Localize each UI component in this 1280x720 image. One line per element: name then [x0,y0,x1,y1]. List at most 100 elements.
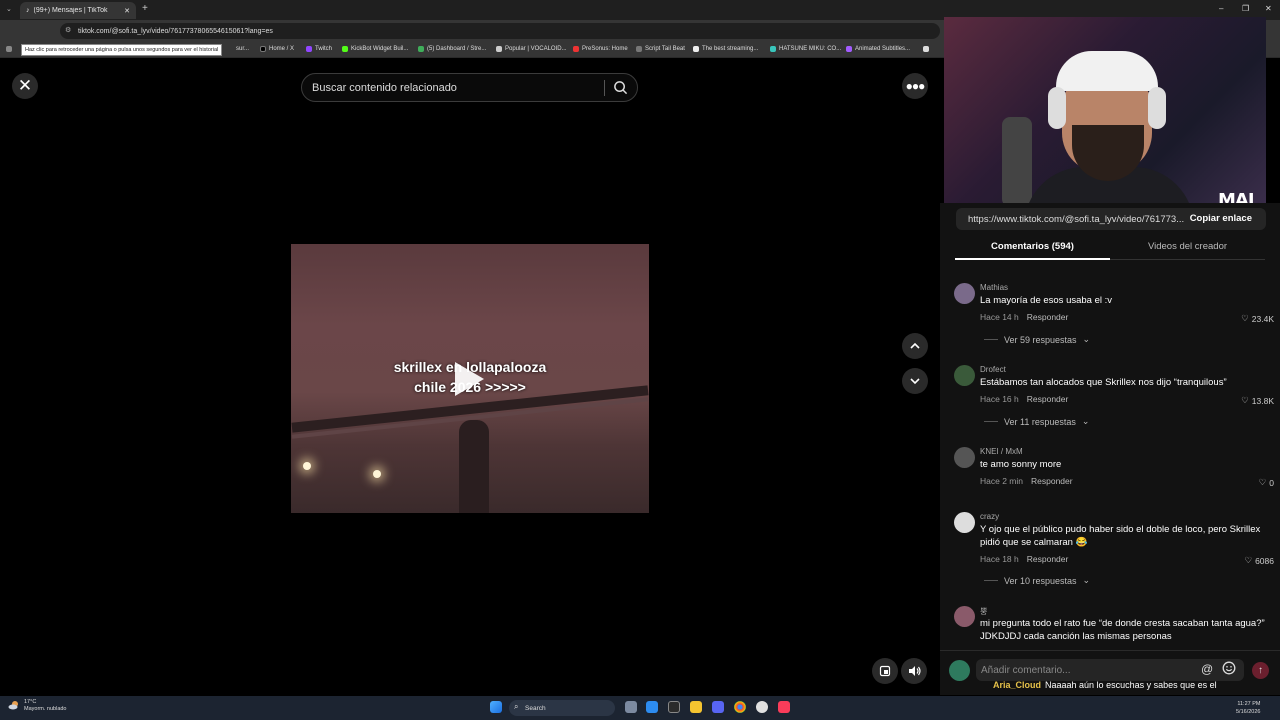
task-view-icon[interactable] [625,701,637,713]
replies-label: Ver 10 respuestas [1004,575,1077,586]
site-info-icon[interactable]: ⚙ [65,26,71,34]
reply-button[interactable]: Responder [1031,476,1073,486]
bookmark-item[interactable]: HATSUNE MIKU: CO... [770,46,841,52]
settings-gear-icon[interactable] [756,701,768,713]
tiktok-favicon-icon: ♪ [26,7,30,14]
apps-icon[interactable] [6,46,12,52]
chevron-down-icon: ⌄ [1081,416,1090,426]
comment-text: te amo sonny more [980,459,1062,470]
start-windows-icon[interactable] [490,701,502,713]
previous-video-button[interactable] [902,333,928,359]
back-tooltip: Haz clic para retroceder una página o pu… [21,44,223,56]
new-tab-icon[interactable]: + [142,3,148,14]
like-button[interactable]: ♡ 0 [1259,477,1274,488]
comment-username[interactable]: Drofect [980,365,1006,374]
system-clock[interactable]: 11:27 PM 5/16/2026 [1236,700,1260,716]
close-viewer-button[interactable]: ✕ [12,73,38,99]
search-icon: ⌕ [514,702,519,711]
video-scene-light [303,462,311,470]
comment-text: Estábamos tan alocados que Skrillex nos … [980,377,1227,388]
like-button[interactable]: ♡ 13.8K [1241,395,1274,406]
comment-text: mi pregunta todo el rato fue “de donde c… [980,618,1265,642]
like-button[interactable]: ♡ 23.4K [1241,313,1274,324]
share-link-url[interactable]: https://www.tiktok.com/@sofi.ta_lyv/vide… [968,214,1186,225]
comment-placeholder: Añadir comentario... [981,664,1071,676]
view-replies-button[interactable]: Ver 59 respuestas ⌄ [984,334,1090,345]
avatar[interactable] [954,606,975,627]
comment-username[interactable]: Mathias [980,283,1008,292]
discord-icon[interactable] [712,701,724,713]
maximize-icon[interactable]: ❐ [1242,4,1249,13]
file-explorer-icon[interactable] [690,701,702,713]
video-scene-figure [459,420,489,513]
volume-button[interactable] [901,658,927,684]
video-scene-light [373,470,381,478]
bookmark-item[interactable]: Script Tail Beat [636,46,685,52]
tab-comments[interactable]: Comentarios (594) [955,238,1110,260]
more-options-button[interactable]: ●●● [902,73,928,99]
send-comment-button[interactable]: ↑ [1252,662,1269,679]
comment-username[interactable]: crazy [980,512,999,521]
edge-icon[interactable] [646,701,658,713]
next-video-button[interactable] [902,368,928,394]
minimize-icon[interactable]: – [1219,4,1223,13]
url-field[interactable]: ⚙ tiktok.com/@sofi.ta_lyv/video/76177378… [60,23,940,39]
bookmark-item[interactable]: KickBot Widget Buil... [342,46,408,52]
close-tab-icon[interactable]: ✕ [124,7,130,15]
play-icon[interactable] [455,362,484,396]
heart-icon: ♡ [1258,477,1267,487]
avatar[interactable] [954,365,975,386]
search-icon[interactable] [613,80,628,98]
chevron-down-icon: ⌄ [1082,575,1091,585]
heart-icon: ♡ [1244,555,1253,565]
bookmark-item[interactable]: Animated Subtitles... [846,46,910,52]
bookmark-item[interactable]: Popular | VOCALOID... [496,46,567,52]
reply-button[interactable]: Responder [1027,312,1069,322]
bookmark-item[interactable]: Twitch [306,46,332,52]
app-icon[interactable] [668,701,680,713]
taskbar-search[interactable]: ⌕ Search [509,700,615,716]
webcam-streamer-cap [1056,51,1158,91]
tab-list-icon[interactable]: ⌄ [6,5,12,13]
streamer-webcam [944,17,1266,203]
reply-button[interactable]: Responder [1027,394,1069,404]
avatar[interactable] [954,447,975,468]
comment-meta: Hace 16 h Responder [980,394,1068,404]
weather-widget[interactable]: 17°C Mayorm. nublado [8,699,67,713]
comment-time: Hace 16 h [980,394,1019,404]
view-replies-button[interactable]: Ver 10 respuestas ⌄ [984,575,1090,586]
like-button[interactable]: ♡ 6086 [1244,555,1274,566]
reply-button[interactable]: Responder [1027,554,1069,564]
music-app-icon[interactable] [778,701,790,713]
comment-username[interactable]: 뿡 [980,606,987,617]
close-icon: ✕ [17,76,33,95]
bookmark-item[interactable]: Home / X [260,46,294,52]
comment-text: Y ojo que el público pudo haber sido el … [980,524,1261,548]
clock-date: 5/16/2026 [1236,709,1261,715]
related-search-input[interactable]: Buscar contenido relacionado [301,73,638,102]
volume-icon [908,666,921,676]
comment-time: Hace 14 h [980,312,1019,322]
avatar[interactable] [954,512,975,533]
comment-meta: Hace 14 h Responder [980,312,1068,322]
browser-tab[interactable]: ♪ (99+) Mensajes | TikTok ✕ [20,2,136,19]
pip-icon [879,665,891,677]
mention-icon[interactable]: @ [1201,662,1213,676]
avatar [949,660,970,681]
emoji-icon[interactable] [1222,661,1236,680]
bookmark-item[interactable]: (5) Dashboard / Stre... [418,46,486,52]
floating-player-button[interactable] [872,658,898,684]
bookmark-item[interactable]: PreSonus: Home [573,46,628,52]
copy-link-button[interactable]: Copiar enlace [1190,213,1252,224]
bookmark-item[interactable] [923,46,929,52]
view-replies-button[interactable]: Ver 11 respuestas ⌄ [984,416,1089,427]
comment-time: Hace 18 h [980,554,1019,564]
bookmark-item[interactable]: The best streaming... [693,46,758,52]
comment-username[interactable]: KNEI / MxM [980,447,1023,456]
bookmark-item[interactable]: sur... [236,46,249,52]
chrome-icon[interactable] [734,701,746,713]
tab-creator-videos[interactable]: Videos del creador [1110,238,1265,260]
taskbar-search-label: Search [525,704,546,712]
close-window-icon[interactable]: ✕ [1265,4,1272,13]
avatar[interactable] [954,283,975,304]
